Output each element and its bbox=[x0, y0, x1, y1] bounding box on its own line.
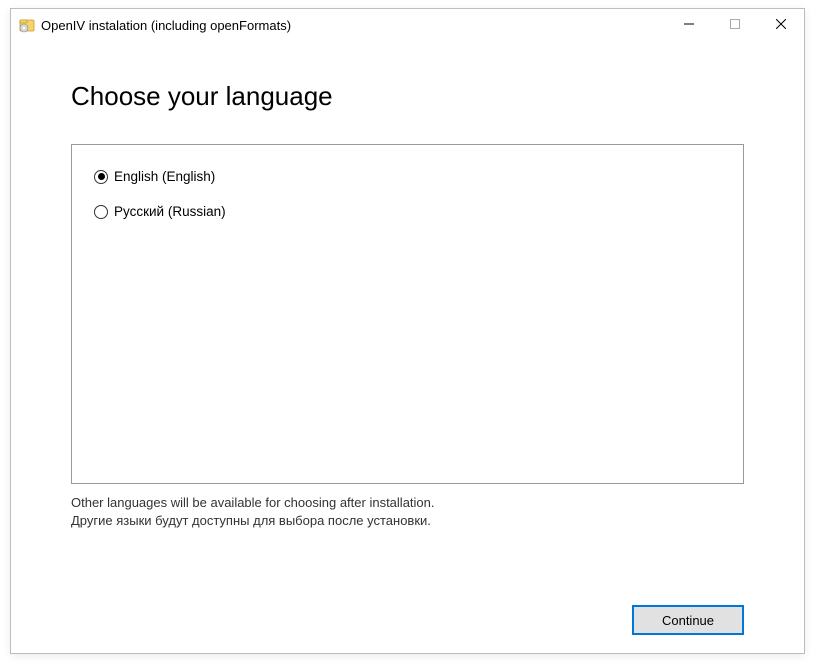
radio-icon bbox=[94, 205, 108, 219]
installer-window: OpenIV instalation (including openFormat… bbox=[10, 8, 805, 654]
continue-button[interactable]: Continue bbox=[632, 605, 744, 635]
language-label: Русский (Russian) bbox=[114, 204, 226, 219]
page-heading: Choose your language bbox=[71, 81, 744, 112]
app-icon bbox=[19, 17, 35, 33]
footer-note: Other languages will be available for ch… bbox=[71, 494, 744, 529]
note-line-en: Other languages will be available for ch… bbox=[71, 494, 744, 512]
footer-buttons: Continue bbox=[632, 605, 744, 635]
language-selection-box: English (English) Русский (Russian) bbox=[71, 144, 744, 484]
content-area: Choose your language English (English) Р… bbox=[11, 41, 804, 529]
radio-icon bbox=[94, 170, 108, 184]
language-label: English (English) bbox=[114, 169, 215, 184]
note-line-ru: Другие языки будут доступны для выбора п… bbox=[71, 512, 744, 530]
window-title: OpenIV instalation (including openFormat… bbox=[41, 18, 666, 33]
minimize-button[interactable] bbox=[666, 9, 712, 38]
language-option-russian[interactable]: Русский (Russian) bbox=[94, 204, 721, 219]
close-button[interactable] bbox=[758, 9, 804, 38]
window-controls bbox=[666, 9, 804, 41]
maximize-button bbox=[712, 9, 758, 38]
titlebar: OpenIV instalation (including openFormat… bbox=[11, 9, 804, 41]
language-option-english[interactable]: English (English) bbox=[94, 169, 721, 184]
radio-selected-dot bbox=[98, 173, 105, 180]
